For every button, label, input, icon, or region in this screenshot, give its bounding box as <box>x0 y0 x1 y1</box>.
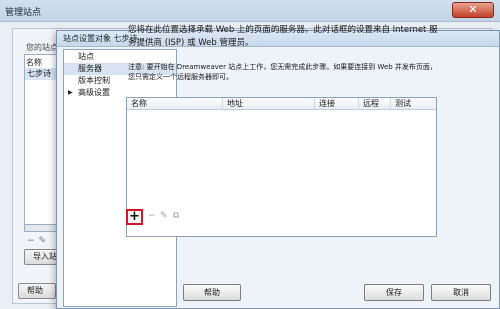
column-header-address[interactable]: 地址 <box>223 98 315 110</box>
duplicate-icon[interactable]: ⧉ <box>173 211 179 221</box>
manage-sites-help-button[interactable]: 帮助 <box>18 283 56 299</box>
close-icon[interactable]: ✕ <box>452 2 494 18</box>
cancel-button[interactable]: 取消 <box>431 284 491 301</box>
save-button[interactable]: 保存 <box>364 284 424 301</box>
help-button[interactable]: 帮助 <box>183 284 241 301</box>
column-header-test[interactable]: 测试 <box>391 98 436 110</box>
server-description: 您将在此位置选择承载 Web 上的页面的服务器。此对话框的设置来自 Intern… <box>128 25 438 48</box>
server-note: 注意: 要开始在 Dreamweaver 站点上工作，您无需完成此步骤。如果要连… <box>128 63 437 81</box>
nav-item-label: 服务器 <box>78 64 102 73</box>
import-site-button[interactable]: 导入站 <box>24 249 60 265</box>
site-list-column-name: 名称 <box>26 58 42 67</box>
site-list-label: 您的站点 <box>26 43 58 52</box>
expand-arrow-icon[interactable]: ▶ <box>68 87 73 99</box>
manage-sites-title: 管理站点 <box>5 8 42 18</box>
minus-icon[interactable]: − <box>148 211 156 221</box>
minus-icon[interactable]: − <box>27 236 39 246</box>
edit-icon[interactable]: ✎ <box>160 211 168 221</box>
nav-item-label: 版本控制 <box>78 76 110 85</box>
add-server-button[interactable]: + <box>126 209 143 225</box>
edit-icon[interactable]: ✎ <box>39 236 51 246</box>
column-header-remote[interactable]: 远程 <box>359 98 391 110</box>
nav-item-label: 高级设置 <box>78 88 110 97</box>
nav-item-label: 站点 <box>78 52 94 61</box>
site-list-toolbar: −✎ <box>27 236 50 246</box>
manage-sites-titlebar: 管理站点 ✕ <box>0 0 500 22</box>
column-header-name[interactable]: 名称 <box>127 98 223 110</box>
server-table-header: 名称 地址 连接 远程 测试 <box>127 98 436 110</box>
column-header-connection[interactable]: 连接 <box>315 98 359 110</box>
